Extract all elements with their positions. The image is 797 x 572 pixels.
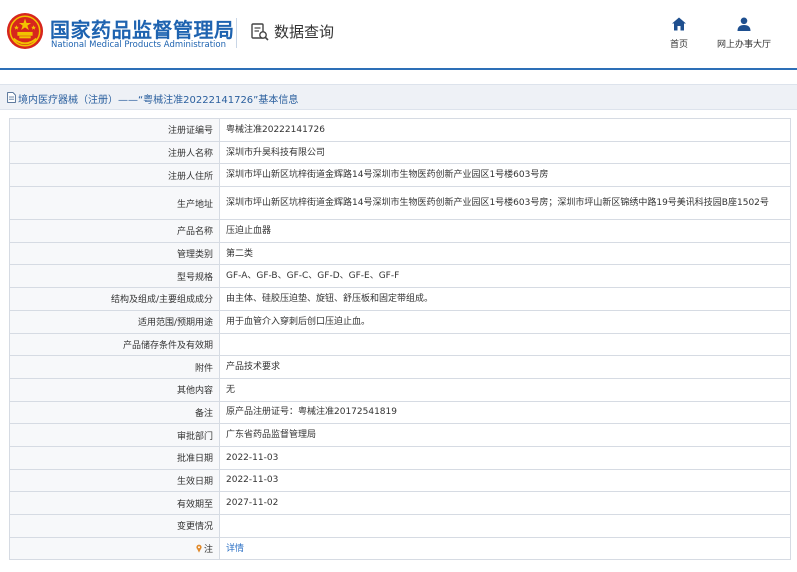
nav-online-hall-button[interactable]: 网上办事大厅	[712, 16, 776, 50]
data-query-title[interactable]: 数据查询	[250, 21, 334, 42]
data-query-label: 数据查询	[274, 23, 335, 41]
row-value: 粤械注准20222141726	[219, 118, 791, 142]
table-row: 产品名称 压迫止血器	[9, 219, 791, 243]
row-value: 由主体、硅胶压迫垫、旋钮、舒压板和固定带组成。	[219, 287, 791, 311]
row-value: 压迫止血器	[219, 219, 791, 243]
table-row: 适用范围/预期用途 用于血管介入穿刺后创口压迫止血。	[9, 309, 791, 334]
table-row: 注册人住所 深圳市坪山新区坑梓街道金辉路14号深圳市生物医药创新产业园区1号楼6…	[9, 163, 791, 188]
row-label: 产品名称	[9, 219, 220, 243]
row-label: 注册人名称	[9, 140, 220, 165]
table-row: 注 详情	[9, 536, 791, 561]
table-row: 附件 产品技术要求	[9, 355, 791, 379]
nav-online-hall-label: 网上办事大厅	[716, 40, 771, 50]
table-row: 其他内容 无	[9, 377, 791, 402]
breadcrumb-text: 境内医疗器械（注册）——“粤械注准20222141726”基本信息	[18, 95, 299, 106]
row-label: 管理类别	[9, 241, 220, 266]
national-emblem-icon	[6, 12, 44, 50]
table-row: 备注 原产品注册证号：粤械注准20172541819	[9, 400, 791, 425]
table-row: 注册人名称 深圳市升昊科技有限公司	[9, 140, 791, 165]
home-icon	[672, 17, 686, 31]
row-value: 详情	[219, 536, 791, 561]
row-value: 产品技术要求	[219, 355, 791, 379]
site-header: 国家药品监督管理局 National Medical Products Admi…	[0, 0, 797, 70]
row-label: 变更情况	[9, 514, 220, 538]
row-value: 2022-11-03	[219, 445, 791, 470]
table-row: 注册证编号 粤械注准20222141726	[9, 118, 791, 142]
table-row: 生效日期 2022-11-03	[9, 468, 791, 493]
nav-home-button[interactable]: 首页	[664, 16, 694, 50]
site-name: 国家药品监督管理局	[50, 18, 235, 42]
row-value	[219, 332, 791, 357]
row-label: 注册证编号	[9, 118, 220, 142]
row-value: 深圳市坪山新区坑梓街道金辉路14号深圳市生物医药创新产业园区1号楼603号房	[219, 163, 791, 188]
row-label: 型号规格	[9, 264, 220, 289]
row-value: 2022-11-03	[219, 468, 791, 493]
note-label: 注	[203, 545, 213, 556]
row-value: 深圳市升昊科技有限公司	[219, 140, 791, 165]
table-row: 批准日期 2022-11-03	[9, 445, 791, 470]
row-value: 2027-11-02	[219, 491, 791, 515]
row-label: 结构及组成/主要组成成分	[9, 287, 220, 311]
row-label: 审批部门	[9, 423, 220, 447]
nav-home-label: 首页	[669, 40, 688, 50]
table-row: 变更情况	[9, 514, 791, 538]
row-label: 附件	[9, 355, 220, 379]
header-divider	[236, 18, 237, 48]
document-search-icon	[251, 22, 269, 41]
breadcrumb: 境内医疗器械（注册）——“粤械注准20222141726”基本信息	[0, 84, 797, 110]
row-value: 广东省药品监督管理局	[219, 423, 791, 447]
table-row: 有效期至 2027-11-02	[9, 491, 791, 515]
table-row: 生产地址 深圳市坪山新区坑梓街道金辉路14号深圳市生物医药创新产业园区1号楼60…	[9, 186, 791, 221]
details-link[interactable]: 详情	[226, 544, 244, 554]
row-value: 深圳市坪山新区坑梓街道金辉路14号深圳市生物医药创新产业园区1号楼603号房；深…	[219, 186, 791, 221]
row-label: 注册人住所	[9, 163, 220, 188]
row-label: 适用范围/预期用途	[9, 309, 220, 334]
document-icon	[7, 92, 16, 103]
table-row: 审批部门 广东省药品监督管理局	[9, 423, 791, 447]
table-row: 产品储存条件及有效期	[9, 332, 791, 357]
registration-info-table: 注册证编号 粤械注准20222141726 注册人名称 深圳市升昊科技有限公司 …	[9, 118, 791, 561]
row-label: 批准日期	[9, 445, 220, 470]
user-icon	[737, 17, 751, 31]
table-row: 结构及组成/主要组成成分 由主体、硅胶压迫垫、旋钮、舒压板和固定带组成。	[9, 287, 791, 311]
pin-icon	[196, 544, 202, 553]
row-value: 用于血管介入穿刺后创口压迫止血。	[219, 309, 791, 334]
row-label: 备注	[9, 400, 220, 425]
row-value: GF-A、GF-B、GF-C、GF-D、GF-E、GF-F	[219, 264, 791, 289]
row-label-note: 注	[9, 536, 220, 561]
row-label: 其他内容	[9, 377, 220, 402]
row-value: 第二类	[219, 241, 791, 266]
table-row: 型号规格 GF-A、GF-B、GF-C、GF-D、GF-E、GF-F	[9, 264, 791, 289]
row-label: 有效期至	[9, 491, 220, 515]
row-value: 原产品注册证号：粤械注准20172541819	[219, 400, 791, 425]
table-row: 管理类别 第二类	[9, 241, 791, 266]
row-label: 生效日期	[9, 468, 220, 493]
row-label: 生产地址	[9, 186, 220, 221]
row-value	[219, 514, 791, 538]
row-label: 产品储存条件及有效期	[9, 332, 220, 357]
row-value: 无	[219, 377, 791, 402]
site-name-en: National Medical Products Administration	[51, 40, 226, 50]
